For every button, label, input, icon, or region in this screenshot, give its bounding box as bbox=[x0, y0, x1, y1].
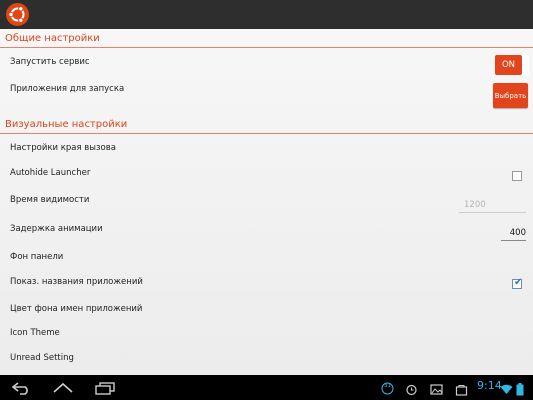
gallery-icon bbox=[430, 381, 443, 400]
general-settings-header: Общие настройки bbox=[5, 33, 100, 44]
show-app-names-label: Показ. названия приложений bbox=[10, 277, 143, 287]
section-divider bbox=[0, 47, 533, 48]
home-icon[interactable] bbox=[52, 380, 74, 399]
back-icon[interactable] bbox=[10, 380, 32, 399]
settings-list: Общие настройки Запустить сервис ON Прил… bbox=[0, 29, 533, 375]
visibility-time-label: Время видимости bbox=[10, 195, 90, 205]
toggle-on-label: ON bbox=[495, 55, 522, 75]
system-bar: 31 9:14 bbox=[0, 375, 533, 400]
visual-settings-header: Визуальные настройки bbox=[5, 119, 128, 130]
launch-apps-label: Приложения для запуска bbox=[10, 84, 125, 94]
autohide-launcher-checkbox[interactable] bbox=[512, 171, 522, 181]
animation-delay-input[interactable]: 400 bbox=[501, 226, 526, 241]
panel-background-item[interactable]: Фон панели bbox=[10, 252, 63, 262]
battery-icon bbox=[516, 381, 524, 400]
edge-settings-item[interactable]: Настройки края вызова bbox=[10, 143, 116, 153]
checkmark-icon: ✔ bbox=[514, 277, 523, 288]
animation-delay-label: Задержка анимации bbox=[10, 224, 103, 234]
icon-theme-item[interactable]: Icon Theme bbox=[10, 328, 60, 338]
ubuntu-logo-icon[interactable] bbox=[6, 3, 29, 26]
clock: 9:14 bbox=[477, 379, 502, 392]
wifi-icon bbox=[500, 381, 513, 400]
section-divider bbox=[0, 133, 533, 134]
notification-count: 31 bbox=[384, 383, 391, 389]
app-names-bg-color-item[interactable]: Цвет фона имен приложений bbox=[10, 304, 142, 314]
shopping-bag-icon bbox=[455, 381, 468, 400]
alarm-icon bbox=[405, 381, 418, 400]
recent-apps-icon[interactable] bbox=[94, 380, 116, 399]
start-service-label: Запустить сервис bbox=[10, 57, 90, 67]
choose-apps-button[interactable]: Выбрать bbox=[493, 83, 528, 108]
start-service-toggle[interactable]: ON bbox=[495, 55, 529, 75]
show-app-names-checkbox[interactable]: ✔ bbox=[512, 277, 523, 289]
unread-setting-item[interactable]: Unread Setting bbox=[10, 353, 74, 363]
autohide-launcher-label: Autohide Launcher bbox=[10, 168, 91, 178]
action-bar bbox=[0, 0, 533, 29]
visibility-time-input: 1200 bbox=[459, 198, 526, 213]
